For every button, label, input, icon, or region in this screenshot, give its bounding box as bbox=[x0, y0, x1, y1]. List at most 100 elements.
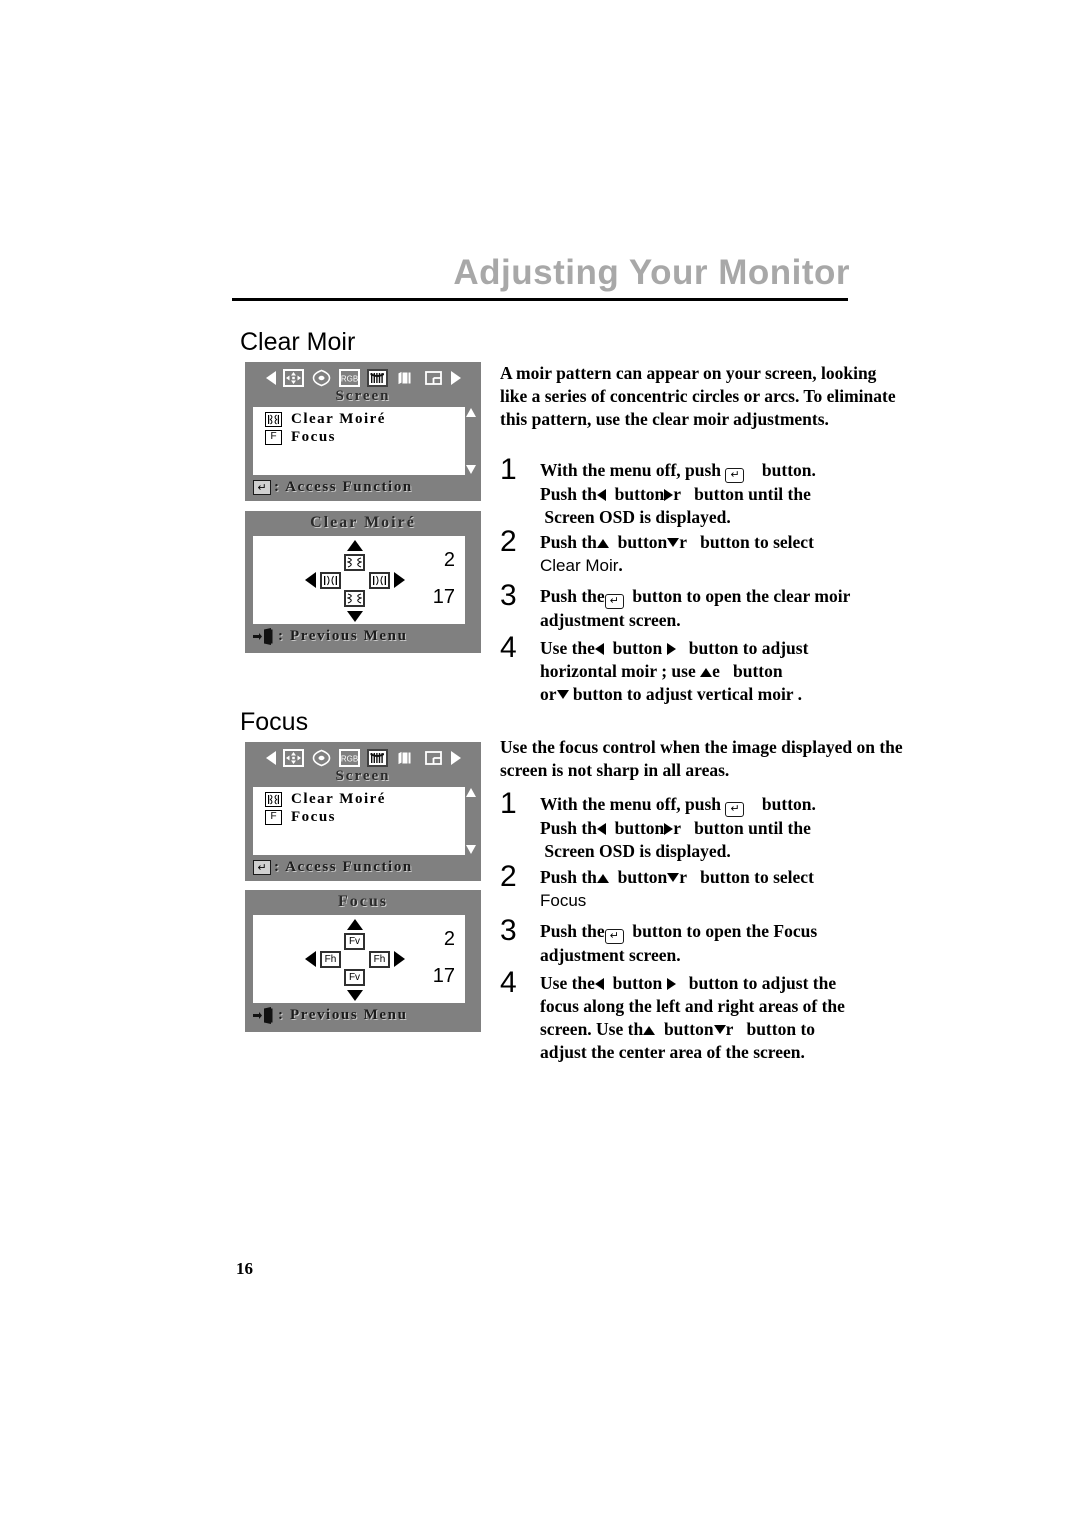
step-1-focus: 1 With the menu off, push ↵ button. Push… bbox=[500, 787, 904, 863]
moire-icon bbox=[265, 791, 282, 807]
step-text: With the menu off, push ↵ button. Push t… bbox=[540, 456, 816, 529]
step-text-part: e bbox=[712, 661, 720, 681]
adjust-down-arrow-icon[interactable] bbox=[347, 611, 363, 622]
osd-menu-item-clear-moire[interactable]: Clear Moiré bbox=[265, 790, 465, 808]
step-text-part: Push the bbox=[540, 921, 605, 941]
osd-adjust-screenshot-focus: Focus Fv Fv Fh Fh 2 17 : Previous Menu bbox=[245, 890, 481, 1032]
adjust-box-right: Fh bbox=[369, 951, 390, 968]
osd-menu-item-label: Focus bbox=[291, 808, 336, 825]
geometry-icon bbox=[311, 369, 332, 387]
adjust-right-arrow-icon[interactable] bbox=[394, 572, 405, 588]
adjust-value-top: 2 bbox=[443, 928, 455, 950]
osd-adjust-cross: Fv Fv Fh Fh bbox=[305, 919, 405, 1001]
adjust-up-arrow-icon[interactable] bbox=[347, 919, 363, 930]
enter-key-icon: ↵ bbox=[725, 468, 745, 483]
step-text-part: r bbox=[725, 1019, 734, 1039]
step-text-part: Push th bbox=[540, 484, 597, 504]
osd-adjust-area: Fv Fv Fh Fh 2 17 bbox=[253, 915, 465, 1003]
osd-footer-previous-menu: : Previous Menu bbox=[253, 626, 475, 646]
osd-menu-item-label: Clear Moiré bbox=[291, 410, 386, 427]
section-heading-focus: Focus bbox=[240, 708, 309, 736]
right-arrow-icon bbox=[666, 978, 676, 990]
scroll-up-icon[interactable] bbox=[466, 408, 476, 417]
osd-menu-item-clear-moire[interactable]: Clear Moiré bbox=[265, 410, 465, 428]
step-text-part: button to select bbox=[700, 867, 814, 887]
step-text-part: Push th bbox=[540, 818, 597, 838]
step-4-clear-moire: 4 Use the button button to adjust horizo… bbox=[500, 633, 904, 706]
step-1-clear-moire: 1 With the menu off, push ↵ button. Push… bbox=[500, 455, 904, 529]
step-text-part: With the menu off, push bbox=[540, 794, 722, 814]
down-arrow-icon bbox=[713, 1025, 726, 1034]
adjust-left-arrow-icon[interactable] bbox=[305, 951, 316, 967]
step-3-focus: 3 Push the ↵ button to open the Focus adj… bbox=[500, 916, 904, 967]
step-text-part: r bbox=[679, 867, 688, 887]
intro-paragraph-clear-moire: A moir pattern can appear on your screen… bbox=[500, 363, 896, 429]
scroll-down-icon[interactable] bbox=[466, 465, 476, 474]
screen-icon[interactable] bbox=[366, 369, 388, 387]
rgb-icon: RGB bbox=[338, 369, 360, 387]
right-arrow-icon bbox=[664, 823, 674, 835]
adjust-box-down bbox=[344, 590, 365, 607]
position-icon bbox=[282, 749, 304, 767]
step-text-part: button bbox=[733, 661, 783, 681]
adjust-right-arrow-icon[interactable] bbox=[394, 951, 405, 967]
adjust-up-arrow-icon[interactable] bbox=[347, 540, 363, 551]
section-heading-clear-moire: Clear Moir bbox=[240, 328, 356, 356]
adjust-down-arrow-icon[interactable] bbox=[347, 990, 363, 1001]
step-number: 4 bbox=[500, 966, 517, 999]
moire-icon bbox=[265, 411, 282, 427]
step-text-part: button to adjust the bbox=[688, 973, 837, 993]
rgb-icon: RGB bbox=[338, 749, 360, 767]
up-arrow-icon bbox=[596, 539, 609, 548]
geometry-icon bbox=[311, 749, 332, 767]
osd-scrollbar[interactable] bbox=[465, 407, 478, 475]
adjust-value-bottom: 17 bbox=[432, 965, 455, 987]
exit-door-icon bbox=[253, 627, 275, 645]
focus-icon: F bbox=[265, 809, 282, 825]
step-text-part: button to open the clear moir bbox=[632, 586, 851, 606]
left-arrow-icon bbox=[594, 978, 604, 990]
osd-adjust-screenshot-clear-moire: Clear Moiré 2 17 : Previous Menu bbox=[245, 511, 481, 653]
step-text-part: adjust the center area of the screen. bbox=[540, 1042, 805, 1062]
screen-icon[interactable] bbox=[366, 749, 388, 767]
osd-caption: Screen bbox=[335, 768, 391, 784]
position-icon bbox=[282, 369, 304, 387]
osd-menu-item-focus[interactable]: F Focus bbox=[265, 808, 465, 826]
step-text-part: Screen OSD is displayed. bbox=[544, 507, 731, 527]
adjust-box-right bbox=[369, 572, 390, 589]
right-arrow-icon bbox=[666, 643, 676, 655]
step-text-part: button to adjust vertical moir . bbox=[572, 684, 803, 704]
step-number: 2 bbox=[500, 525, 517, 558]
step-text: Use the button button to adjust the focu… bbox=[540, 969, 845, 1064]
step-text-part: or bbox=[540, 684, 557, 704]
step-text-part: button bbox=[612, 638, 663, 658]
step-text: With the menu off, push ↵ button. Push t… bbox=[540, 790, 816, 863]
focus-icon: F bbox=[265, 429, 282, 445]
adjust-box-left: Fh bbox=[320, 951, 341, 968]
step-text-part: button to adjust bbox=[688, 638, 809, 658]
step-number: 3 bbox=[500, 579, 517, 612]
step-text-part: With the menu off, push bbox=[540, 460, 722, 480]
osd-menu-item-focus[interactable]: F Focus bbox=[265, 428, 465, 446]
step-text-part: adjustment screen. bbox=[540, 945, 681, 965]
step-text-part: Use the bbox=[540, 638, 595, 658]
enter-key-icon: ↵ bbox=[253, 479, 271, 495]
down-arrow-icon bbox=[667, 873, 680, 882]
title-divider bbox=[232, 298, 848, 301]
scroll-up-icon[interactable] bbox=[466, 788, 476, 797]
step-text-part: button bbox=[614, 818, 665, 838]
scroll-down-icon[interactable] bbox=[466, 845, 476, 854]
enter-key-icon: ↵ bbox=[604, 594, 624, 609]
step-text-part-sans: Clear Moir bbox=[540, 556, 619, 575]
step-text-part: button to select bbox=[700, 532, 814, 552]
step-text-part: r bbox=[673, 484, 682, 504]
up-arrow-icon bbox=[643, 1026, 656, 1035]
step-number: 1 bbox=[500, 787, 517, 820]
enter-key-icon: ↵ bbox=[604, 929, 624, 944]
osd-scrollbar[interactable] bbox=[465, 787, 478, 855]
adjust-left-arrow-icon[interactable] bbox=[305, 572, 316, 588]
step-text-part: . bbox=[618, 555, 623, 575]
osd-footer-label: : Access Function bbox=[274, 858, 413, 875]
pages-icon bbox=[395, 749, 416, 767]
step-text-part: button bbox=[663, 1019, 714, 1039]
